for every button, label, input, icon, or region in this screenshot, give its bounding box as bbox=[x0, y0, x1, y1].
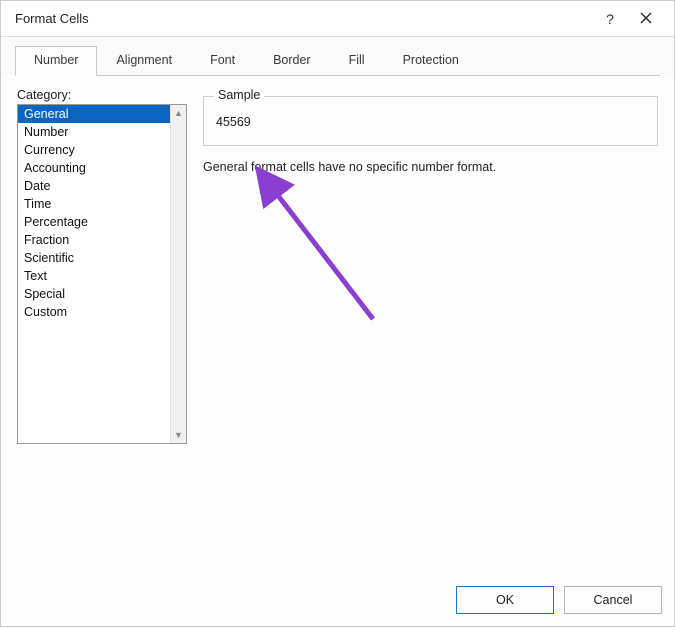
list-item-label: Percentage bbox=[24, 215, 88, 229]
category-item-scientific[interactable]: Scientific bbox=[18, 249, 170, 267]
help-button[interactable]: ? bbox=[592, 1, 628, 37]
tab-number[interactable]: Number bbox=[15, 46, 97, 76]
category-item-accounting[interactable]: Accounting bbox=[18, 159, 170, 177]
category-listbox[interactable]: General Number Currency Accounting Date … bbox=[17, 104, 187, 444]
category-item-currency[interactable]: Currency bbox=[18, 141, 170, 159]
list-item-label: Currency bbox=[24, 143, 75, 157]
cancel-button[interactable]: Cancel bbox=[564, 586, 662, 614]
tab-label: Border bbox=[273, 53, 311, 67]
category-label-text: Category: bbox=[17, 88, 71, 102]
scroll-up-icon: ▲ bbox=[171, 105, 186, 121]
category-item-text[interactable]: Text bbox=[18, 267, 170, 285]
sample-legend: Sample bbox=[214, 88, 264, 102]
tab-protection[interactable]: Protection bbox=[384, 46, 478, 76]
tab-label: Number bbox=[34, 53, 78, 67]
category-label: Category: bbox=[17, 88, 187, 102]
sample-value: 45569 bbox=[216, 115, 251, 129]
tab-strip: Number Alignment Font Border Fill Protec… bbox=[1, 37, 674, 75]
list-item-label: Accounting bbox=[24, 161, 86, 175]
details-column: Sample 45569 General format cells have n… bbox=[203, 88, 658, 576]
list-item-label: Number bbox=[24, 125, 68, 139]
category-item-time[interactable]: Time bbox=[18, 195, 170, 213]
category-item-fraction[interactable]: Fraction bbox=[18, 231, 170, 249]
title-bar: Format Cells ? bbox=[1, 1, 674, 37]
list-item-label: Time bbox=[24, 197, 51, 211]
category-column: Category: General Number Currency Accoun… bbox=[17, 88, 187, 576]
category-item-percentage[interactable]: Percentage bbox=[18, 213, 170, 231]
list-item-label: General bbox=[24, 107, 68, 121]
category-item-number[interactable]: Number bbox=[18, 123, 170, 141]
category-item-date[interactable]: Date bbox=[18, 177, 170, 195]
tab-font[interactable]: Font bbox=[191, 46, 254, 76]
category-scrollbar[interactable]: ▲ ▼ bbox=[170, 105, 186, 443]
tab-label: Fill bbox=[349, 53, 365, 67]
tab-alignment[interactable]: Alignment bbox=[97, 46, 191, 76]
format-cells-dialog: Format Cells ? Number Alignment Font Bor… bbox=[0, 0, 675, 627]
tab-label: Alignment bbox=[116, 53, 172, 67]
list-item-label: Scientific bbox=[24, 251, 74, 265]
close-button[interactable] bbox=[628, 1, 664, 37]
category-item-custom[interactable]: Custom bbox=[18, 303, 170, 321]
list-item-label: Special bbox=[24, 287, 65, 301]
button-label: Cancel bbox=[594, 593, 633, 607]
category-item-special[interactable]: Special bbox=[18, 285, 170, 303]
question-icon: ? bbox=[606, 11, 614, 27]
tab-fill[interactable]: Fill bbox=[330, 46, 384, 76]
list-item-label: Text bbox=[24, 269, 47, 283]
format-description: General format cells have no specific nu… bbox=[203, 160, 658, 174]
scroll-down-icon: ▼ bbox=[171, 427, 186, 443]
list-item-label: Date bbox=[24, 179, 50, 193]
list-item-label: Fraction bbox=[24, 233, 69, 247]
category-item-general[interactable]: General bbox=[18, 105, 170, 123]
sample-group: Sample 45569 bbox=[203, 96, 658, 146]
list-item-label: Custom bbox=[24, 305, 67, 319]
tab-label: Protection bbox=[403, 53, 459, 67]
button-label: OK bbox=[496, 593, 514, 607]
ok-button[interactable]: OK bbox=[456, 586, 554, 614]
category-listbox-items: General Number Currency Accounting Date … bbox=[18, 105, 170, 443]
dialog-footer: OK Cancel bbox=[1, 576, 674, 626]
tab-border[interactable]: Border bbox=[254, 46, 330, 76]
close-icon bbox=[640, 11, 652, 27]
dialog-body: Category: General Number Currency Accoun… bbox=[1, 76, 674, 576]
dialog-title: Format Cells bbox=[15, 11, 89, 26]
tab-label: Font bbox=[210, 53, 235, 67]
